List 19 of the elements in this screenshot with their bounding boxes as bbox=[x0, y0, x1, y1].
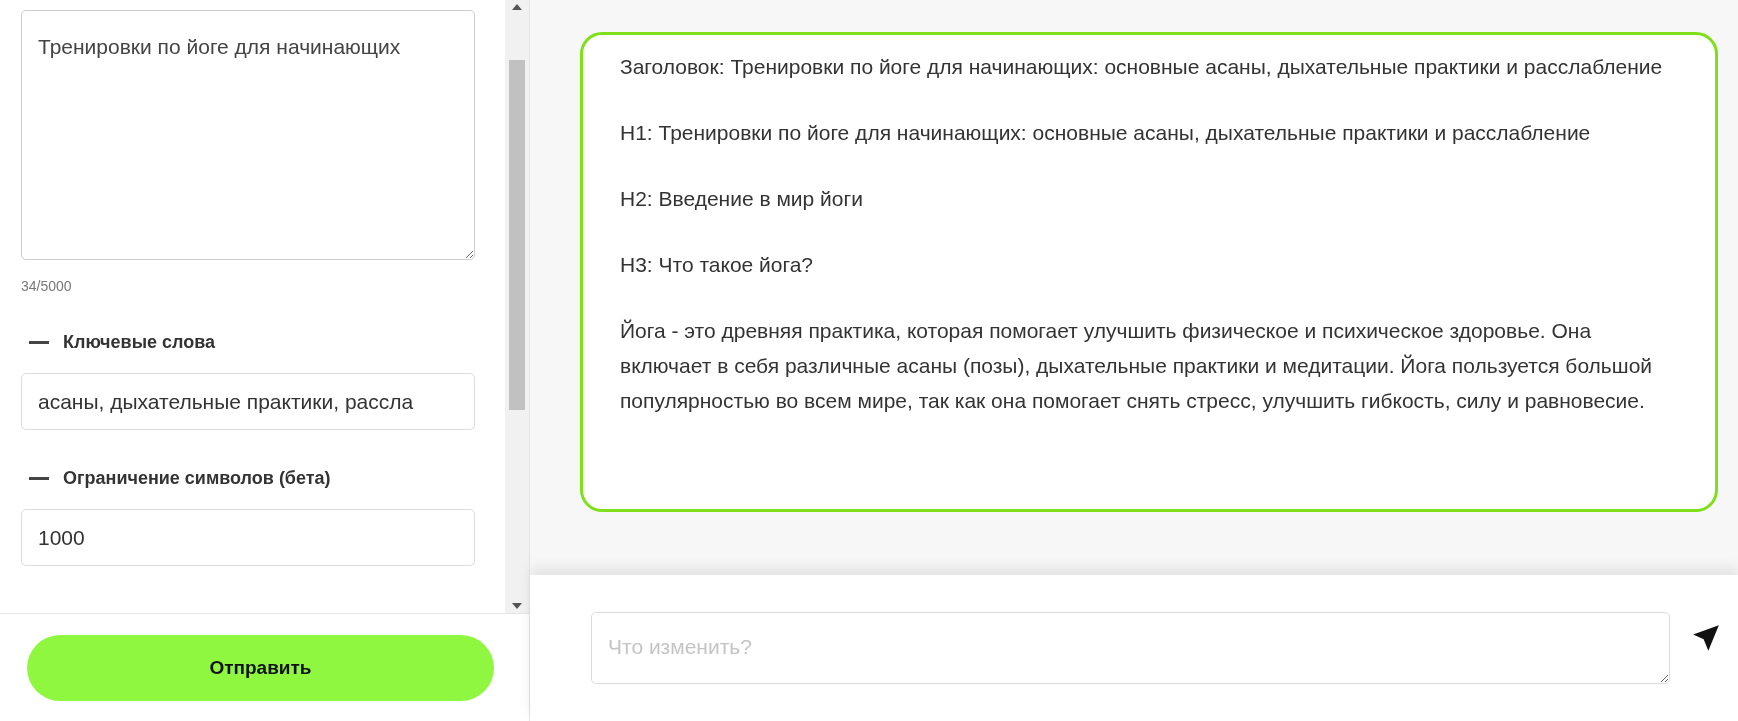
field-label: Ключевые слова bbox=[63, 332, 216, 353]
collapse-icon[interactable] bbox=[29, 476, 49, 481]
topic-field[interactable]: Тренировки по йоге для начинающих bbox=[21, 10, 475, 260]
field-label: Ограничение символов (бета) bbox=[63, 468, 331, 489]
result-paragraph: H3: Что такое йога? bbox=[620, 252, 815, 278]
send-icon[interactable] bbox=[1692, 624, 1720, 652]
result-paragraph: H1: Тренировки по йоге для начинающих: основные асаны, дыхательные практики и расслабление bbox=[620, 120, 1592, 146]
text-field[interactable]: 1000 bbox=[21, 509, 475, 566]
collapse-icon[interactable] bbox=[29, 340, 49, 345]
result-paragraph: Йога - это древняя практика, которая помогает улучшить физическое и психическое здоровье. Она включает в себя различные асаны (позы), дыхательные практики и медитации. Йога пользуется большой популярностью во всем мире, так как она помогает снять стресс, улучшить гибкость, силу и равновесие. bbox=[620, 318, 1654, 414]
scroll-up-icon[interactable] bbox=[512, 4, 522, 10]
scroll-down-icon[interactable] bbox=[512, 603, 522, 609]
scrollbar[interactable] bbox=[505, 0, 529, 613]
character-counter: 34/5000 bbox=[21, 278, 73, 294]
result-paragraph: H2: Введение в мир йоги bbox=[620, 186, 864, 212]
result-paragraph: Заголовок: Тренировки по йоге для начинающих: основные асаны, дыхательные практики и расслабление bbox=[620, 54, 1664, 80]
submit-button[interactable]: Отправить bbox=[27, 634, 494, 701]
text-field[interactable]: асаны, дыхательные практики, рассла bbox=[21, 373, 475, 430]
message-field[interactable]: Что изменить? bbox=[591, 612, 1670, 684]
